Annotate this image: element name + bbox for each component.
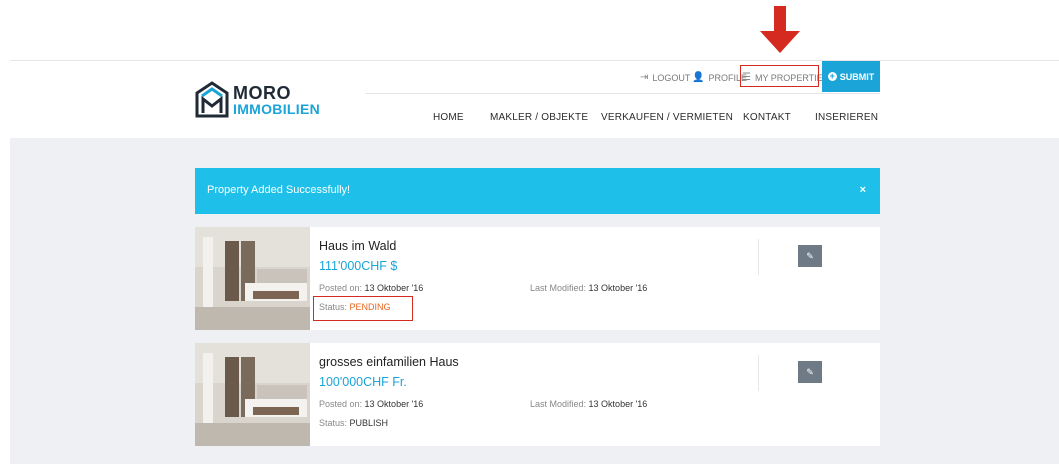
annotation-highlight-my-properties <box>740 65 819 87</box>
posted-label: Posted on: <box>319 399 363 409</box>
nav-item-verkaufen-vermieten[interactable]: VERKAUFEN / VERMIETEN <box>601 112 733 123</box>
modified-label: Last Modified: <box>530 283 587 293</box>
annotation-highlight-status <box>313 296 413 321</box>
logo-text-immobilien: IMMOBILIEN <box>233 101 320 117</box>
edit-icon: ✎ <box>806 366 814 377</box>
property-price: 111'000CHF $ <box>319 259 398 273</box>
alert-close-button[interactable]: × <box>860 184 866 196</box>
profile-link[interactable]: 👤 PROFILE <box>692 72 747 83</box>
logout-label: LOGOUT <box>652 72 691 83</box>
nav-item-home[interactable]: HOME <box>433 112 464 123</box>
nav-item-makler-objekte[interactable]: MAKLER / OBJEKTE <box>490 112 588 123</box>
card-divider <box>758 239 759 275</box>
status-value: PUBLISH <box>349 418 389 428</box>
property-price: 100'000CHF Fr. <box>319 375 407 389</box>
success-alert: Property Added Successfully! × <box>195 168 880 214</box>
annotation-arrow-shaft <box>774 6 786 32</box>
annotation-arrow-head <box>760 31 800 53</box>
posted-value: 13 Oktober '16 <box>364 399 424 409</box>
property-thumbnail[interactable] <box>195 227 310 330</box>
property-title[interactable]: grosses einfamilien Haus <box>319 355 459 369</box>
modified-value: 13 Oktober '16 <box>588 399 648 409</box>
property-thumbnail[interactable] <box>195 343 310 446</box>
card-divider <box>758 355 759 391</box>
modified-date: Last Modified: 13 Oktober '16 <box>530 283 647 293</box>
posted-date: Posted on: 13 Oktober '16 <box>319 399 423 409</box>
plus-circle-icon: + <box>827 71 837 81</box>
posted-label: Posted on: <box>319 283 363 293</box>
edit-button[interactable]: ✎ <box>798 245 822 267</box>
property-card: grosses einfamilien Haus 100'000CHF Fr. … <box>195 343 880 446</box>
nav-divider <box>365 93 880 94</box>
property-title[interactable]: Haus im Wald <box>319 239 396 253</box>
alert-message: Property Added Successfully! <box>207 184 351 196</box>
submit-label: SUBMIT <box>839 71 875 82</box>
modified-value: 13 Oktober '16 <box>588 283 648 293</box>
user-icon: 👤 <box>692 72 705 83</box>
posted-date: Posted on: 13 Oktober '16 <box>319 283 423 293</box>
modified-label: Last Modified: <box>530 399 587 409</box>
house-logo-icon <box>195 81 229 118</box>
nav-item-inserieren[interactable]: INSERIEREN <box>815 112 878 123</box>
site-logo[interactable]: MORO IMMOBILIEN <box>195 80 355 120</box>
logout-icon: ⇥ <box>640 72 649 83</box>
logout-link[interactable]: ⇥ LOGOUT <box>640 72 690 83</box>
edit-button[interactable]: ✎ <box>798 361 822 383</box>
submit-button[interactable]: + SUBMIT <box>822 61 880 92</box>
edit-icon: ✎ <box>806 250 814 261</box>
posted-value: 13 Oktober '16 <box>364 283 424 293</box>
nav-item-kontakt[interactable]: KONTAKT <box>743 112 791 123</box>
property-card: Haus im Wald 111'000CHF $ Posted on: 13 … <box>195 227 880 330</box>
status-label: Status: <box>319 418 348 428</box>
modified-date: Last Modified: 13 Oktober '16 <box>530 399 647 409</box>
header-divider <box>10 60 1059 61</box>
status-text: Status: PUBLISH <box>319 418 388 428</box>
